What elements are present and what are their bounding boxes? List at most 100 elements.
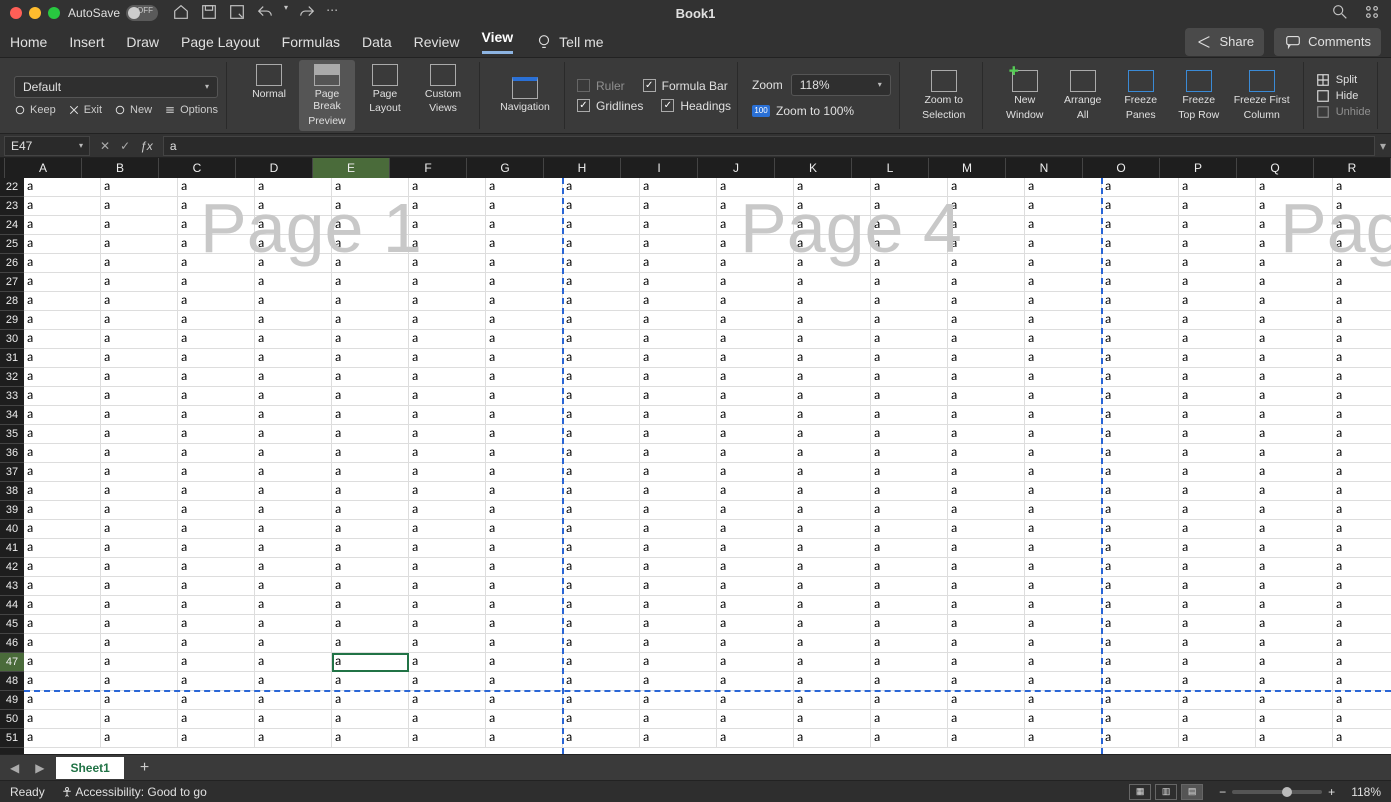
row-header-24[interactable]: 24 [0, 216, 24, 235]
cell-J37[interactable]: a [717, 463, 794, 482]
cell-E46[interactable]: a [332, 634, 409, 653]
cell-I51[interactable]: a [640, 729, 717, 748]
cell-F22[interactable]: a [409, 178, 486, 197]
cell-H29[interactable]: a [563, 311, 640, 330]
row-header-26[interactable]: 26 [0, 254, 24, 273]
cell-R36[interactable]: a [1333, 444, 1391, 463]
cell-I26[interactable]: a [640, 254, 717, 273]
cell-O41[interactable]: a [1102, 539, 1179, 558]
cell-J32[interactable]: a [717, 368, 794, 387]
cell-H37[interactable]: a [563, 463, 640, 482]
cell-L42[interactable]: a [871, 558, 948, 577]
row-header-27[interactable]: 27 [0, 273, 24, 292]
cell-D32[interactable]: a [255, 368, 332, 387]
options-button[interactable]: Options [164, 104, 218, 116]
cell-N39[interactable]: a [1025, 501, 1102, 520]
cell-L32[interactable]: a [871, 368, 948, 387]
cell-C48[interactable]: a [178, 672, 255, 691]
cell-G50[interactable]: a [486, 710, 563, 729]
cell-Q36[interactable]: a [1256, 444, 1333, 463]
cell-L44[interactable]: a [871, 596, 948, 615]
cell-N48[interactable]: a [1025, 672, 1102, 691]
row-header-35[interactable]: 35 [0, 425, 24, 444]
save-as-icon[interactable] [228, 3, 246, 24]
cell-E44[interactable]: a [332, 596, 409, 615]
cell-I35[interactable]: a [640, 425, 717, 444]
cell-P31[interactable]: a [1179, 349, 1256, 368]
cell-A35[interactable]: a [24, 425, 101, 444]
cell-M37[interactable]: a [948, 463, 1025, 482]
cell-K36[interactable]: a [794, 444, 871, 463]
cell-H45[interactable]: a [563, 615, 640, 634]
add-sheet-button[interactable]: + [132, 759, 157, 777]
cell-J47[interactable]: a [717, 653, 794, 672]
cell-E34[interactable]: a [332, 406, 409, 425]
cell-D39[interactable]: a [255, 501, 332, 520]
cell-M41[interactable]: a [948, 539, 1025, 558]
cell-P49[interactable]: a [1179, 691, 1256, 710]
cell-M50[interactable]: a [948, 710, 1025, 729]
cell-C29[interactable]: a [178, 311, 255, 330]
col-header-J[interactable]: J [698, 158, 775, 178]
cell-G31[interactable]: a [486, 349, 563, 368]
cell-C24[interactable]: a [178, 216, 255, 235]
cell-E33[interactable]: a [332, 387, 409, 406]
hide-button[interactable]: Hide [1316, 89, 1371, 103]
cell-O26[interactable]: a [1102, 254, 1179, 273]
keep-button[interactable]: Keep [14, 104, 56, 116]
tab-formulas[interactable]: Formulas [282, 34, 340, 50]
cell-K49[interactable]: a [794, 691, 871, 710]
cell-I27[interactable]: a [640, 273, 717, 292]
cell-K32[interactable]: a [794, 368, 871, 387]
cell-L47[interactable]: a [871, 653, 948, 672]
page-layout-mode[interactable]: ▥ [1155, 784, 1177, 800]
cell-K42[interactable]: a [794, 558, 871, 577]
cell-R49[interactable]: a [1333, 691, 1391, 710]
cell-B25[interactable]: a [101, 235, 178, 254]
cell-L26[interactable]: a [871, 254, 948, 273]
cell-O31[interactable]: a [1102, 349, 1179, 368]
comments-button[interactable]: Comments [1274, 28, 1381, 56]
cell-K45[interactable]: a [794, 615, 871, 634]
cell-M49[interactable]: a [948, 691, 1025, 710]
col-header-F[interactable]: F [390, 158, 467, 178]
col-header-Q[interactable]: Q [1237, 158, 1314, 178]
cell-I31[interactable]: a [640, 349, 717, 368]
cell-N51[interactable]: a [1025, 729, 1102, 748]
cell-A43[interactable]: a [24, 577, 101, 596]
cell-N29[interactable]: a [1025, 311, 1102, 330]
cell-P28[interactable]: a [1179, 292, 1256, 311]
cell-H23[interactable]: a [563, 197, 640, 216]
cell-Q25[interactable]: a [1256, 235, 1333, 254]
cell-G51[interactable]: a [486, 729, 563, 748]
cell-C25[interactable]: a [178, 235, 255, 254]
cell-G37[interactable]: a [486, 463, 563, 482]
cell-J39[interactable]: a [717, 501, 794, 520]
cell-G49[interactable]: a [486, 691, 563, 710]
formula-input[interactable]: a [163, 136, 1375, 156]
cell-B35[interactable]: a [101, 425, 178, 444]
cell-Q42[interactable]: a [1256, 558, 1333, 577]
cell-K41[interactable]: a [794, 539, 871, 558]
cell-I34[interactable]: a [640, 406, 717, 425]
cell-L41[interactable]: a [871, 539, 948, 558]
cell-R46[interactable]: a [1333, 634, 1391, 653]
gridlines-checkbox[interactable]: ✓Gridlines [577, 99, 643, 113]
cell-N38[interactable]: a [1025, 482, 1102, 501]
normal-view-button[interactable]: Normal [241, 60, 297, 130]
cell-G40[interactable]: a [486, 520, 563, 539]
expand-formula-bar-icon[interactable]: ▾ [1375, 139, 1391, 153]
col-header-I[interactable]: I [621, 158, 698, 178]
col-header-P[interactable]: P [1160, 158, 1237, 178]
cell-P39[interactable]: a [1179, 501, 1256, 520]
cell-N42[interactable]: a [1025, 558, 1102, 577]
navigation-button[interactable]: Navigation [494, 73, 556, 117]
cell-D29[interactable]: a [255, 311, 332, 330]
cell-E50[interactable]: a [332, 710, 409, 729]
cell-A38[interactable]: a [24, 482, 101, 501]
cell-D31[interactable]: a [255, 349, 332, 368]
cell-R44[interactable]: a [1333, 596, 1391, 615]
sheet-nav-prev[interactable]: ◀ [6, 761, 23, 775]
cell-J25[interactable]: a [717, 235, 794, 254]
cell-I33[interactable]: a [640, 387, 717, 406]
